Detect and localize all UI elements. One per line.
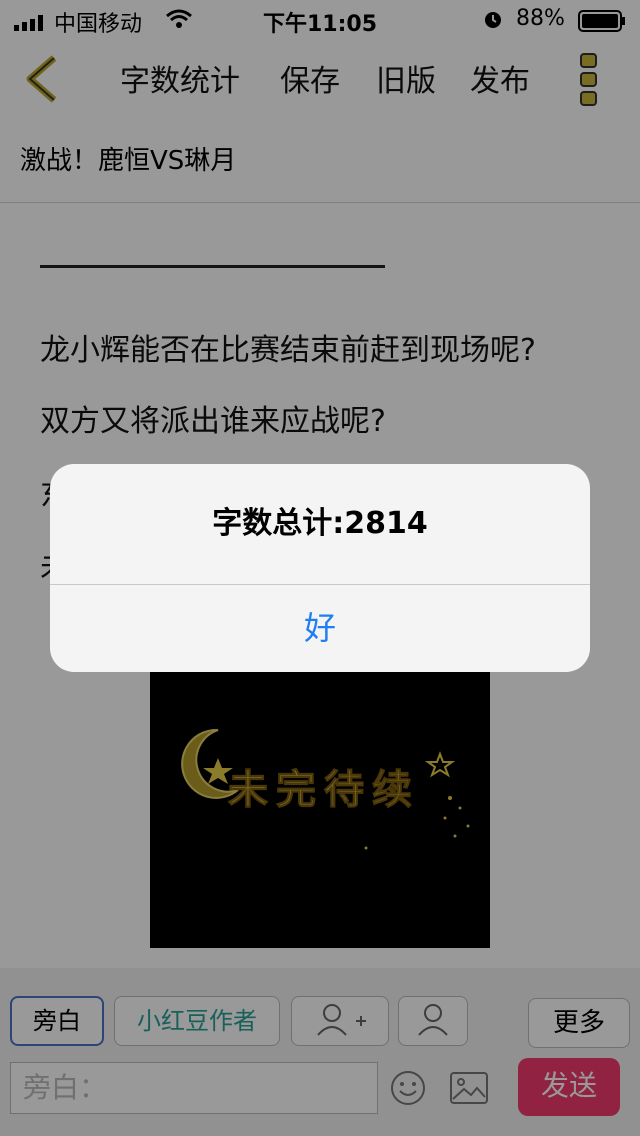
alert-ok-button[interactable]: 好 [50,585,590,672]
word-count-alert: 字数总计:2814 好 [50,464,590,672]
alert-message: 字数总计:2814 [212,506,428,541]
